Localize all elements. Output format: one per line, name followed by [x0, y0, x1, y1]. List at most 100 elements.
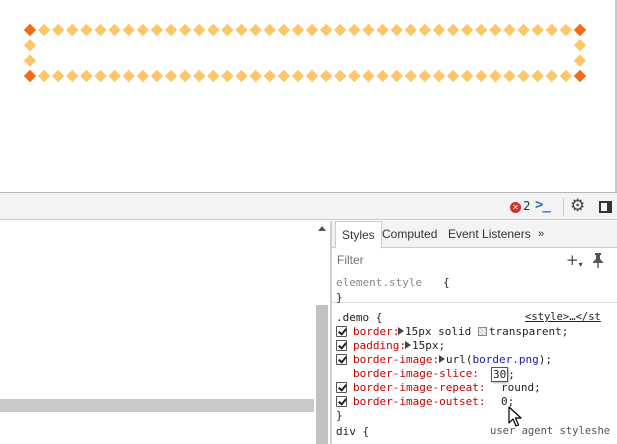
styles-sidebar: Styles Computed Event Listeners » +▾ ele…: [332, 221, 617, 444]
declaration-padding: padding: 15px;: [336, 339, 617, 353]
property-value[interactable]: round;: [501, 381, 541, 394]
tab-event-listeners[interactable]: Event Listeners: [448, 221, 531, 248]
scroll-up-arrow-icon[interactable]: [316, 223, 328, 233]
border-diamond: [207, 23, 220, 37]
border-diamond: [193, 23, 206, 37]
declaration-border-image-slice: border-image-slice: 30;: [336, 367, 617, 382]
border-diamond: [277, 69, 291, 83]
rule-selector[interactable]: div {: [336, 425, 369, 438]
console-prompt-icon[interactable]: >_: [535, 197, 551, 213]
border-diamond: [305, 23, 319, 37]
border-diamond: [531, 23, 544, 37]
tab-styles[interactable]: Styles: [335, 221, 382, 249]
border-diamond: [263, 69, 276, 83]
pin-icon[interactable]: [592, 252, 604, 268]
element-style-rule: element.style { }: [332, 273, 617, 304]
expand-triangle-icon[interactable]: [439, 355, 445, 363]
border-diamond: [517, 23, 530, 37]
border-diamond: [37, 23, 51, 37]
border-diamond: [249, 23, 262, 37]
tab-computed[interactable]: Computed: [382, 221, 437, 248]
border-diamond: [475, 23, 488, 37]
border-diamond: [376, 23, 389, 37]
declaration-checkbox[interactable]: [336, 354, 347, 365]
rule-selector[interactable]: element.style: [336, 276, 422, 289]
border-diamond: [136, 69, 150, 83]
border-diamond: [362, 23, 375, 37]
filter-input[interactable]: [337, 253, 537, 267]
border-diamond: [291, 69, 305, 83]
corner-diamond: [573, 69, 587, 83]
border-diamond: [432, 69, 446, 83]
border-diamond: [489, 69, 502, 83]
elements-pane: [0, 221, 330, 444]
border-diamond: [80, 23, 93, 37]
border-diamond: [475, 69, 488, 83]
expand-triangle-icon[interactable]: [405, 341, 411, 349]
rule-brace-open: {: [443, 276, 450, 289]
border-diamond: [221, 69, 234, 83]
declaration-checkbox[interactable]: [336, 396, 347, 407]
property-name[interactable]: border-image-outset:: [353, 395, 485, 408]
border-diamond: [108, 69, 121, 83]
declaration-border-image-repeat: border-image-repeat: round;: [336, 381, 617, 395]
border-diamond: [207, 69, 220, 83]
border-diamond: [263, 23, 276, 37]
border-diamond: [376, 69, 389, 83]
property-name[interactable]: border-image:: [353, 353, 439, 366]
border-diamond: [291, 23, 305, 37]
property-value[interactable]: 15px solid transparent;: [398, 325, 568, 338]
error-icon[interactable]: ✕: [510, 202, 521, 213]
property-value[interactable]: 15px;: [405, 339, 445, 352]
horizontal-scrollbar[interactable]: [0, 399, 314, 412]
property-value[interactable]: 30;: [491, 367, 515, 382]
declaration-checkbox[interactable]: [336, 340, 347, 351]
border-diamond: [178, 69, 192, 83]
add-rule-plus: +: [566, 251, 579, 269]
border-diamond: [249, 69, 262, 83]
corner-diamond: [23, 69, 37, 83]
declaration-checkbox[interactable]: [336, 382, 347, 393]
border-diamond: [305, 69, 319, 83]
error-count[interactable]: 2: [523, 199, 531, 213]
vertical-scrollbar-thumb[interactable]: [316, 305, 328, 444]
mouse-cursor-icon: [508, 406, 522, 427]
property-value[interactable]: url(border.png);: [439, 353, 552, 366]
border-diamond: [319, 69, 333, 83]
border-diamond: [66, 23, 79, 37]
rule-source-link[interactable]: <style>…</st: [525, 311, 601, 323]
property-name[interactable]: border-image-repeat:: [353, 381, 485, 394]
property-name[interactable]: padding:: [353, 339, 406, 352]
url-link[interactable]: border.png: [473, 353, 539, 366]
border-diamond: [404, 23, 417, 37]
border-diamond: [235, 69, 248, 83]
border-diamond: [446, 23, 460, 37]
border-diamond: [503, 69, 516, 83]
border-diamond: [193, 69, 206, 83]
border-diamond: [432, 23, 446, 37]
border-diamond: [80, 69, 93, 83]
expand-triangle-icon[interactable]: [398, 327, 404, 335]
property-name[interactable]: border:: [353, 325, 399, 338]
border-diamond: [164, 23, 178, 37]
declaration-border: border: 15px solid transparent;: [336, 325, 617, 339]
dock-side-icon[interactable]: [599, 201, 612, 213]
border-diamond: [446, 69, 460, 83]
border-diamond: [52, 23, 65, 37]
border-diamond: [122, 23, 135, 37]
color-swatch-icon[interactable]: [477, 327, 487, 336]
value-editor-input[interactable]: 30: [491, 367, 509, 382]
rule-brace-close: }: [336, 409, 343, 422]
gear-icon[interactable]: ⚙: [570, 196, 585, 216]
border-diamond: [362, 69, 375, 83]
more-tabs-chevron[interactable]: »: [538, 221, 544, 248]
declaration-border-image: border-image: url(border.png);: [336, 353, 617, 367]
property-name[interactable]: border-image-slice:: [353, 367, 479, 380]
border-diamond: [136, 23, 150, 37]
corner-diamond: [23, 23, 37, 37]
page-preview: [0, 0, 617, 192]
declaration-checkbox[interactable]: [336, 326, 347, 337]
add-rule-icon[interactable]: +▾: [566, 251, 583, 269]
border-diamond: [390, 69, 403, 83]
rule-selector[interactable]: .demo {: [336, 311, 382, 324]
